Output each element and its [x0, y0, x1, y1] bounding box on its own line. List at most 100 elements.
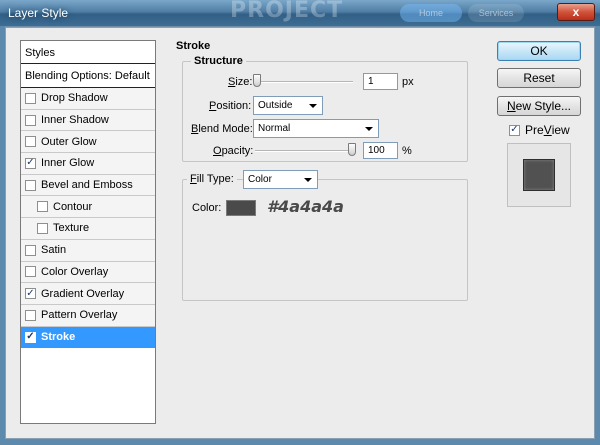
preview-label-post: iew	[551, 123, 570, 137]
size-slider-thumb[interactable]	[253, 74, 261, 87]
size-unit: px	[402, 76, 414, 88]
position-select-value: Outside	[258, 100, 293, 111]
chevron-down-icon	[365, 127, 373, 131]
size-slider-track[interactable]	[255, 81, 353, 83]
blend-mode-label-rest: lend Mode:	[198, 123, 253, 135]
background-pill-services: Services	[468, 4, 524, 22]
preview-label-mnemonic: V	[543, 123, 552, 137]
size-label-rest: ize:	[235, 76, 253, 88]
style-checkbox[interactable]	[25, 309, 36, 321]
ok-button[interactable]: OK	[497, 41, 581, 61]
opacity-unit: %	[402, 145, 412, 157]
fill-type-select-value: Color	[248, 174, 272, 185]
styles-header[interactable]: Styles	[21, 41, 155, 64]
style-item-outer-glow[interactable]: Outer Glow	[21, 131, 155, 154]
layer-style-dialog: Styles Blending Options: Default Drop Sh…	[5, 27, 595, 439]
style-checkbox[interactable]	[25, 136, 36, 148]
style-item-label: Bevel and Emboss	[41, 179, 133, 192]
fill-type-label: Fill Type:	[187, 173, 237, 185]
style-item-inner-glow[interactable]: ✓ Inner Glow	[21, 153, 155, 175]
preview-swatch	[523, 159, 555, 191]
background-pill-services-label: Services	[478, 8, 514, 18]
style-item-bevel-and-emboss[interactable]: Bevel and Emboss	[21, 174, 155, 197]
styles-list: Styles Blending Options: Default Drop Sh…	[20, 40, 156, 424]
size-label: Size:	[228, 76, 252, 88]
opacity-input[interactable]: 100	[363, 142, 398, 159]
style-checkbox[interactable]: ✓	[25, 331, 36, 343]
blending-options-item[interactable]: Blending Options: Default	[21, 64, 155, 88]
style-item-inner-shadow[interactable]: Inner Shadow	[21, 109, 155, 132]
blend-mode-select-value: Normal	[258, 123, 291, 134]
style-item-label: Drop Shadow	[41, 92, 108, 105]
new-style-mnemonic: N	[506, 99, 516, 113]
style-item-label: Gradient Overlay	[41, 287, 125, 300]
fill-type-select[interactable]: Color	[243, 170, 318, 189]
style-item-label: Outer Glow	[41, 135, 97, 148]
style-checkbox[interactable]	[25, 114, 36, 126]
background-pill-home: Home	[400, 4, 462, 22]
style-item-satin[interactable]: Satin	[21, 239, 155, 262]
opacity-label: Opacity:	[213, 145, 253, 157]
preview-checkbox[interactable]: ✓	[509, 124, 520, 136]
blend-mode-label: Blend Mode:	[191, 123, 253, 135]
color-label: Color:	[192, 202, 222, 214]
opacity-slider-thumb[interactable]	[348, 143, 356, 156]
style-item-pattern-overlay[interactable]: Pattern Overlay	[21, 304, 155, 327]
style-item-drop-shadow[interactable]: Drop Shadow	[21, 88, 155, 110]
title-bar: PROJECT Home Services Layer Style x	[0, 0, 600, 26]
reset-button[interactable]: Reset	[497, 68, 581, 88]
style-item-label: Contour	[53, 200, 93, 213]
opacity-slider-track[interactable]	[255, 150, 353, 152]
style-item-label: Color Overlay	[41, 265, 109, 278]
background-pill-home-label: Home	[418, 8, 443, 18]
style-checkbox[interactable]	[37, 222, 48, 234]
style-checkbox[interactable]	[25, 179, 36, 191]
style-item-contour[interactable]: Contour	[21, 196, 155, 219]
style-checkbox[interactable]: ✓	[25, 157, 36, 169]
color-hex-annotation: #4a4a4a	[267, 197, 344, 216]
background-project-text: PROJECT	[230, 0, 344, 23]
style-item-label: Satin	[41, 244, 67, 257]
style-checkbox[interactable]	[25, 266, 36, 278]
position-label-rest: osition:	[216, 100, 252, 112]
position-select[interactable]: Outside	[253, 96, 323, 115]
style-item-color-overlay[interactable]: Color Overlay	[21, 261, 155, 284]
style-item-label: Pattern Overlay	[41, 309, 118, 322]
structure-title: Structure	[191, 55, 246, 67]
new-style-button[interactable]: New Style...	[497, 96, 581, 116]
fill-type-label-mnemonic: F	[190, 173, 197, 185]
preview-thumbnail	[507, 143, 571, 207]
style-item-gradient-overlay[interactable]: ✓ Gradient Overlay	[21, 283, 155, 305]
close-button[interactable]: x	[557, 3, 595, 21]
size-input[interactable]: 1	[363, 73, 398, 90]
fill-type-label-rest: ill Type:	[196, 173, 234, 185]
window-frame-right	[595, 26, 600, 445]
preview-toggle[interactable]: ✓ Pre View	[509, 123, 570, 137]
blending-options-label: Blending Options: Default	[25, 69, 150, 82]
style-item-label: Inner Glow	[41, 157, 95, 170]
style-checkbox[interactable]	[37, 201, 48, 213]
chevron-down-icon	[309, 104, 317, 108]
opacity-label-mnemonic: O	[213, 145, 222, 157]
style-item-label: Inner Shadow	[41, 114, 109, 127]
style-checkbox[interactable]	[25, 92, 36, 104]
style-checkbox[interactable]	[25, 244, 36, 256]
position-label: Position:	[209, 100, 251, 112]
structure-group: Structure Size: 1 px Position: Outside B…	[182, 55, 468, 162]
stroke-color-swatch[interactable]	[226, 200, 256, 216]
opacity-label-rest: pacity:	[221, 145, 254, 157]
chevron-down-icon	[304, 178, 312, 182]
new-style-label-rest: ew Style...	[515, 99, 572, 113]
close-icon: x	[572, 5, 580, 19]
window-frame-bottom	[0, 439, 600, 445]
fill-type-group: Fill Type: Color Color: #4a4a4a	[182, 170, 468, 301]
blend-mode-select[interactable]: Normal	[253, 119, 379, 138]
style-item-label: Texture	[53, 222, 90, 235]
stroke-section-title: Stroke	[176, 40, 211, 52]
window-title: Layer Style	[8, 6, 69, 20]
preview-label-pre: Pre	[525, 123, 544, 137]
style-checkbox[interactable]: ✓	[25, 288, 36, 300]
style-item-label: Stroke	[41, 331, 76, 344]
style-item-stroke[interactable]: ✓ Stroke	[21, 326, 155, 349]
style-item-texture[interactable]: Texture	[21, 218, 155, 240]
